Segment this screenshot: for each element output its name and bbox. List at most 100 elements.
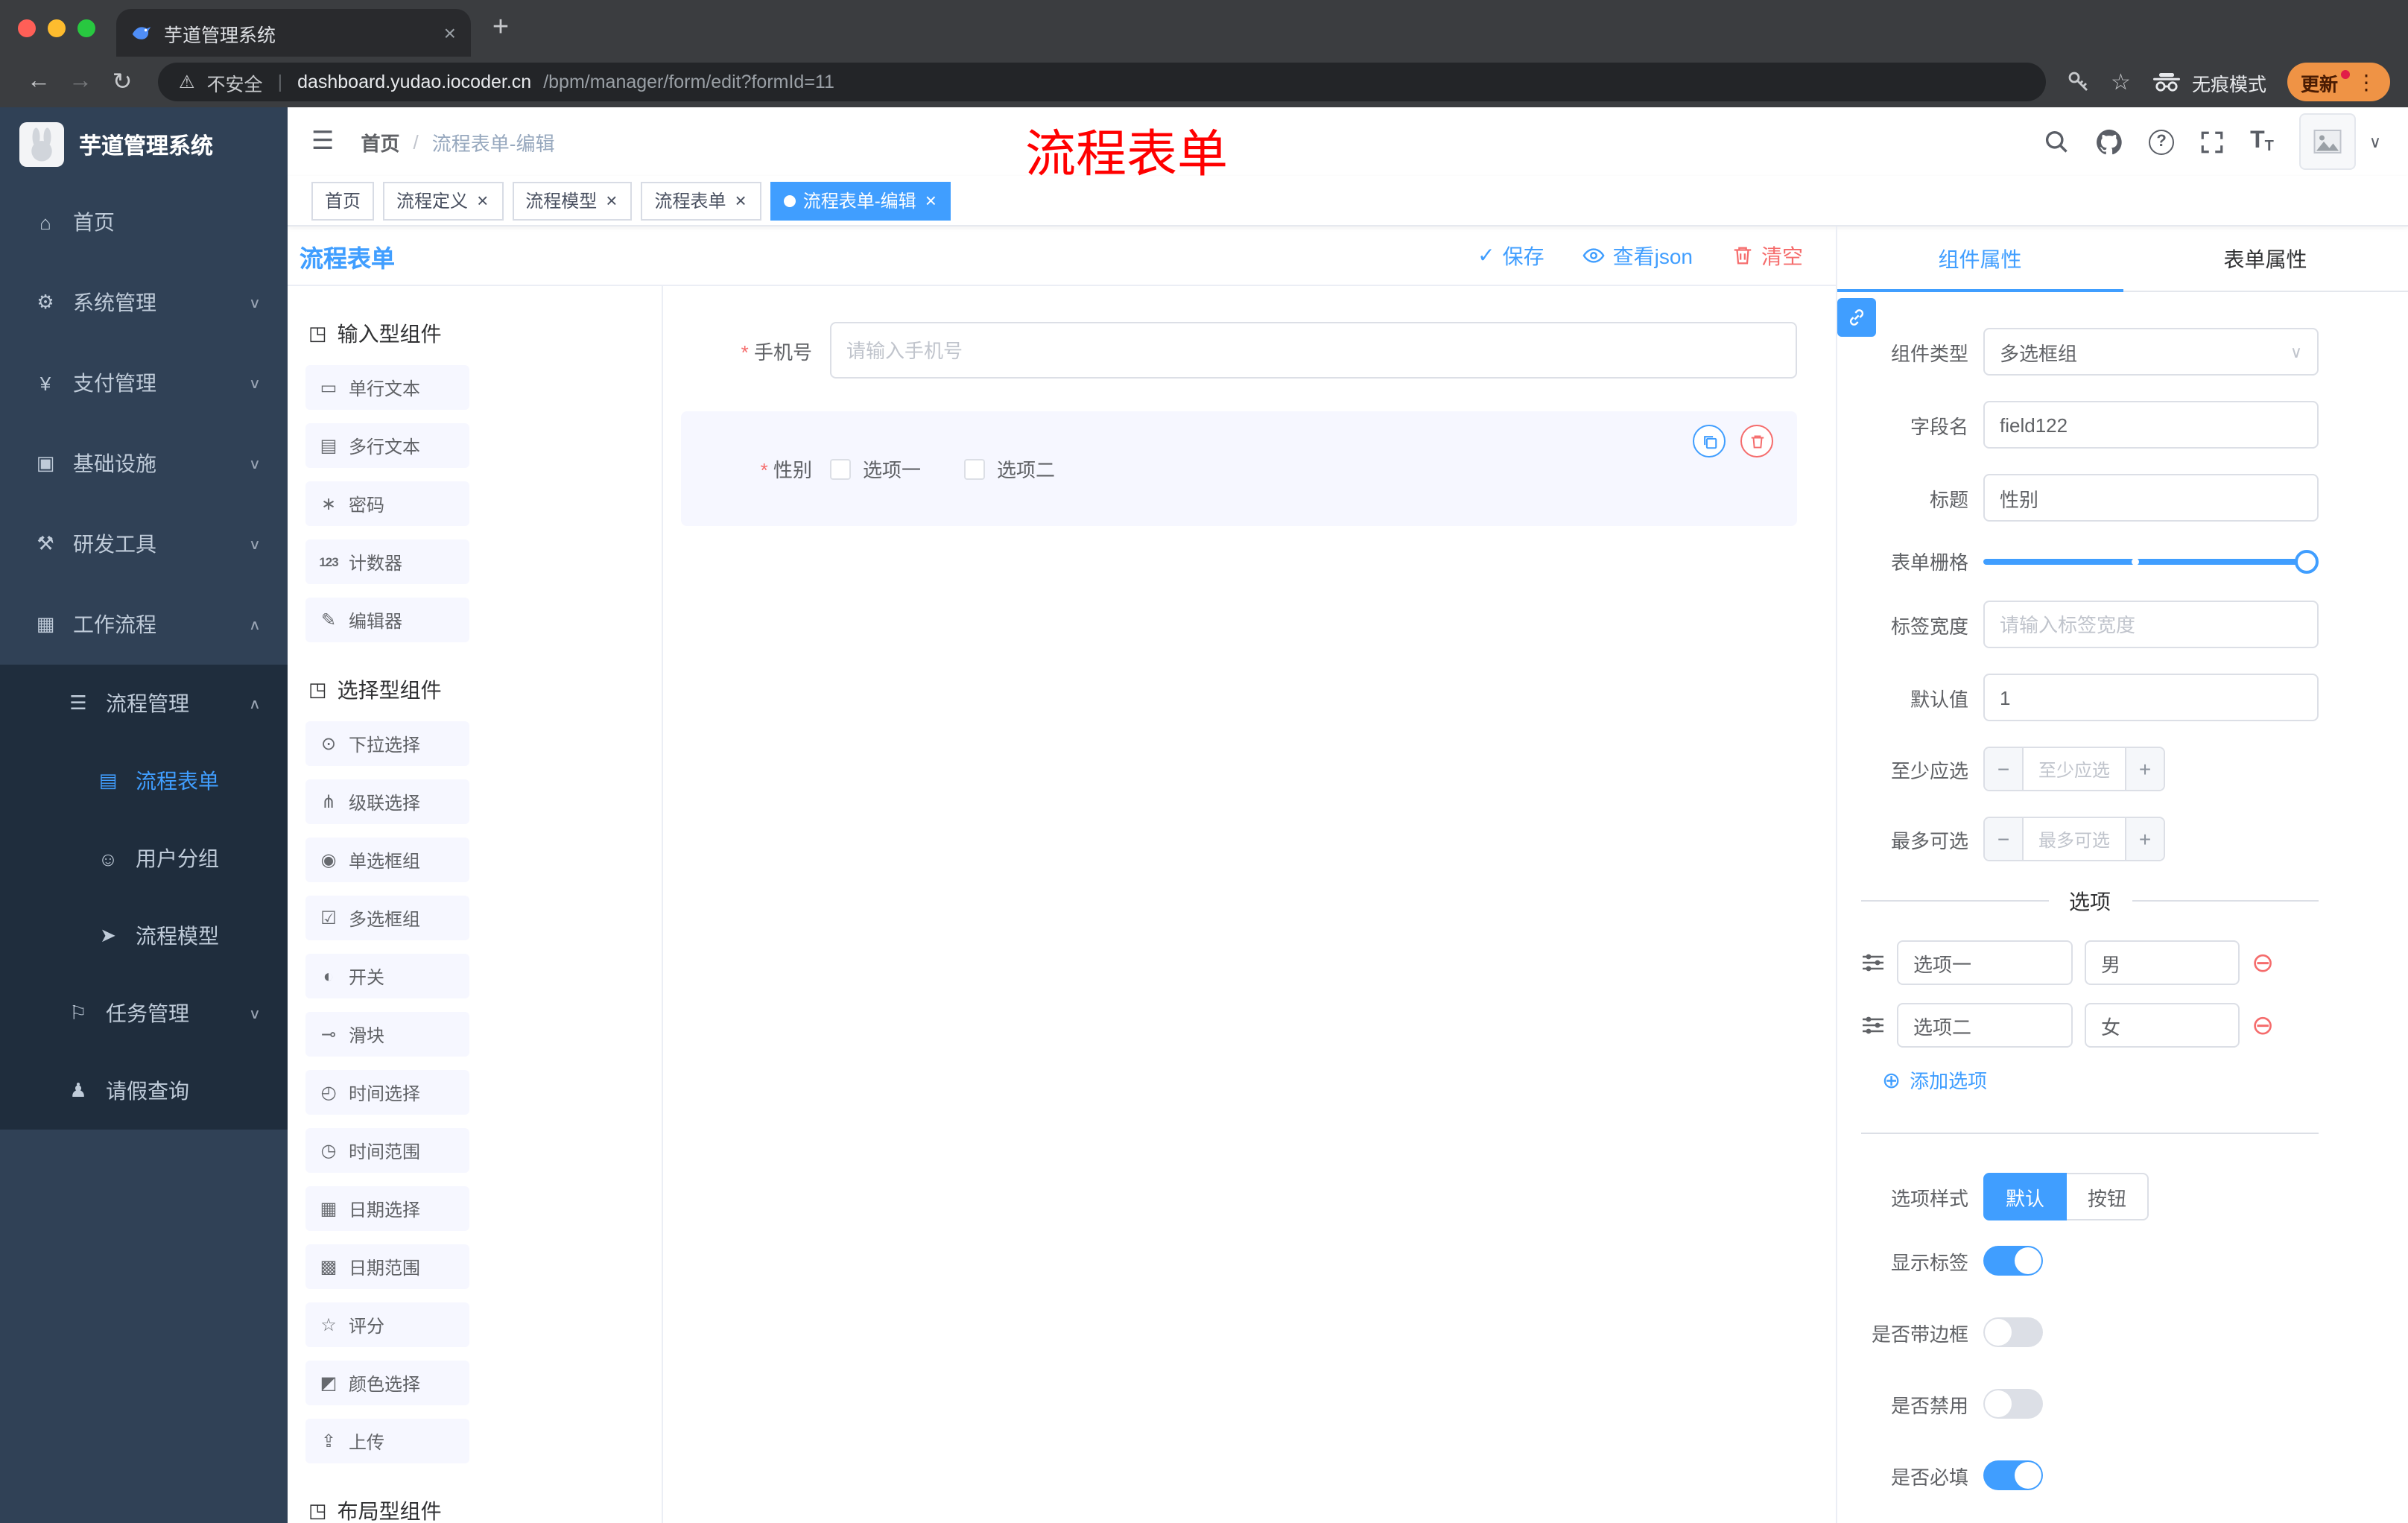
sidebar-item[interactable]: ⌂ 首页 xyxy=(0,182,288,262)
sidebar-item[interactable]: ⚒ 研发工具 ∨ xyxy=(0,504,288,584)
sidebar-item[interactable]: ▤ 流程表单 xyxy=(0,742,288,820)
palette-item[interactable]: ▭ 单行文本 xyxy=(305,365,469,410)
forward-button[interactable]: → xyxy=(60,61,101,103)
palette-item[interactable]: ⇪ 上传 xyxy=(305,1419,469,1463)
grid-slider[interactable] xyxy=(1983,549,2319,573)
border-switch[interactable] xyxy=(1983,1317,2043,1347)
palette-item[interactable]: ▩ 日期范围 xyxy=(305,1244,469,1289)
remove-option-icon[interactable]: ⊖ xyxy=(2252,949,2274,976)
increase-button[interactable]: + xyxy=(2125,818,2164,860)
save-button[interactable]: ✓ 保存 xyxy=(1477,241,1544,270)
palette-item[interactable]: ◴ 时间选择 xyxy=(305,1070,469,1115)
default-value-input[interactable] xyxy=(1983,674,2319,721)
doc-link-button[interactable] xyxy=(1837,298,1876,337)
sidebar-item[interactable]: ▣ 基础设施 ∨ xyxy=(0,423,288,504)
tab-form-props[interactable]: 表单属性 xyxy=(2123,227,2408,291)
palette-item[interactable]: ✎ 编辑器 xyxy=(305,598,469,642)
minimize-window-button[interactable] xyxy=(48,19,66,37)
max-select-placeholder[interactable]: 最多可选 xyxy=(2024,826,2125,852)
page-tag[interactable]: 流程表单 × xyxy=(641,181,761,220)
required-switch[interactable] xyxy=(1983,1460,2043,1490)
fullscreen-icon[interactable] xyxy=(2199,129,2225,154)
delete-field-button[interactable] xyxy=(1740,425,1773,457)
search-icon[interactable] xyxy=(2043,128,2070,155)
github-icon[interactable] xyxy=(2095,127,2123,156)
page-tag[interactable]: 流程模型 × xyxy=(512,181,633,220)
zoom-window-button[interactable] xyxy=(77,19,95,37)
breadcrumb-home[interactable]: 首页 xyxy=(361,127,400,156)
option-name-input[interactable] xyxy=(1897,1003,2073,1048)
remove-option-icon[interactable]: ⊖ xyxy=(2252,1012,2274,1039)
tab-component-props[interactable]: 组件属性 xyxy=(1837,227,2123,292)
page-tag[interactable]: 流程表单-编辑 × xyxy=(770,181,951,220)
decrease-button[interactable]: − xyxy=(1985,748,2024,790)
tag-close-icon[interactable]: × xyxy=(924,191,938,210)
style-button-button[interactable]: 按钮 xyxy=(2067,1173,2149,1220)
palette-item[interactable]: ⋔ 级联选择 xyxy=(305,779,469,824)
font-size-icon[interactable]: TT xyxy=(2250,128,2274,155)
sidebar-item[interactable]: ¥ 支付管理 ∨ xyxy=(0,343,288,423)
browser-tab[interactable]: 芋道管理系统 × xyxy=(116,9,471,57)
palette-item[interactable]: 123 计数器 xyxy=(305,539,469,584)
palette-item[interactable]: ⊙ 下拉选择 xyxy=(305,721,469,766)
avatar[interactable] xyxy=(2298,113,2356,170)
password-key-icon[interactable] xyxy=(2066,70,2090,94)
component-type-select[interactable]: 多选框组 ∨ xyxy=(1983,328,2319,376)
tag-close-icon[interactable]: × xyxy=(734,191,748,210)
sidebar-toggle-icon[interactable]: ☰ xyxy=(311,127,335,156)
palette-item[interactable]: ▦ 日期选择 xyxy=(305,1186,469,1231)
increase-button[interactable]: + xyxy=(2125,748,2164,790)
slider-handle[interactable] xyxy=(2295,549,2319,573)
field-name-input[interactable] xyxy=(1983,401,2319,449)
drag-handle-icon[interactable] xyxy=(1861,951,1885,975)
close-window-button[interactable] xyxy=(18,19,36,37)
view-json-button[interactable]: 查看json xyxy=(1583,241,1693,270)
option-name-input[interactable] xyxy=(1897,940,2073,985)
sidebar-item[interactable]: ▦ 工作流程 ∧ xyxy=(0,584,288,665)
tag-close-icon[interactable]: × xyxy=(475,191,489,210)
sidebar-item[interactable]: ➤ 流程模型 xyxy=(0,897,288,975)
palette-item[interactable]: ◩ 颜色选择 xyxy=(305,1361,469,1405)
palette-item[interactable]: ☑ 多选框组 xyxy=(305,896,469,940)
field-phone[interactable]: 手机号 xyxy=(681,322,1797,379)
phone-input[interactable] xyxy=(830,322,1797,379)
sidebar-item[interactable]: ☺ 用户分组 xyxy=(0,820,288,897)
palette-item[interactable]: ◐ 开关 xyxy=(305,954,469,998)
checkbox-option[interactable]: 选项一 xyxy=(830,455,921,483)
update-browser-button[interactable]: 更新 ⋮ xyxy=(2287,63,2390,101)
back-button[interactable]: ← xyxy=(18,61,60,103)
address-bar[interactable]: ⚠ 不安全 | dashboard.yudao.iocoder.cn/bpm/m… xyxy=(158,63,2046,101)
palette-item[interactable]: ◷ 时间范围 xyxy=(305,1128,469,1173)
show-label-switch[interactable] xyxy=(1983,1246,2043,1276)
sidebar-item[interactable]: ⚙ 系统管理 ∨ xyxy=(0,262,288,343)
checkbox-option[interactable]: 选项二 xyxy=(964,455,1055,483)
label-width-input[interactable] xyxy=(1983,601,2319,648)
palette-item[interactable]: ▤ 多行文本 xyxy=(305,423,469,468)
palette-item[interactable]: ◉ 单选框组 xyxy=(305,838,469,882)
sidebar-item[interactable]: ♟ 请假查询 xyxy=(0,1052,288,1130)
avatar-caret-icon[interactable]: ∨ xyxy=(2369,132,2381,151)
copy-field-button[interactable] xyxy=(1693,425,1726,457)
option-value-input[interactable] xyxy=(2085,940,2240,985)
disabled-switch[interactable] xyxy=(1983,1389,2043,1419)
title-input[interactable] xyxy=(1983,474,2319,522)
option-value-input[interactable] xyxy=(2085,1003,2240,1048)
style-default-button[interactable]: 默认 xyxy=(1983,1173,2068,1220)
palette-item[interactable]: ☆ 评分 xyxy=(305,1302,469,1347)
clear-button[interactable]: 清空 xyxy=(1731,241,1803,270)
reload-button[interactable]: ↻ xyxy=(101,61,143,103)
add-option-button[interactable]: ⊕ 添加选项 xyxy=(1882,1066,2319,1094)
tag-close-icon[interactable]: × xyxy=(604,191,618,210)
page-tag[interactable]: 流程定义 × xyxy=(383,181,504,220)
drag-handle-icon[interactable] xyxy=(1861,1013,1885,1037)
field-gender-selected[interactable]: 性别 选项一 xyxy=(681,411,1797,526)
new-tab-button[interactable]: + xyxy=(480,7,522,49)
min-select-placeholder[interactable]: 至少应选 xyxy=(2024,756,2125,782)
browser-menu-icon[interactable]: ⋮ xyxy=(2356,69,2377,95)
help-icon[interactable]: ? xyxy=(2149,129,2175,154)
page-tag[interactable]: 首页 xyxy=(311,181,375,220)
palette-item[interactable]: ∗ 密码 xyxy=(305,481,469,526)
sidebar-item[interactable]: ⚐ 任务管理 ∨ xyxy=(0,975,288,1052)
palette-item[interactable]: ⊸ 滑块 xyxy=(305,1012,469,1057)
tab-close-icon[interactable]: × xyxy=(444,21,456,45)
